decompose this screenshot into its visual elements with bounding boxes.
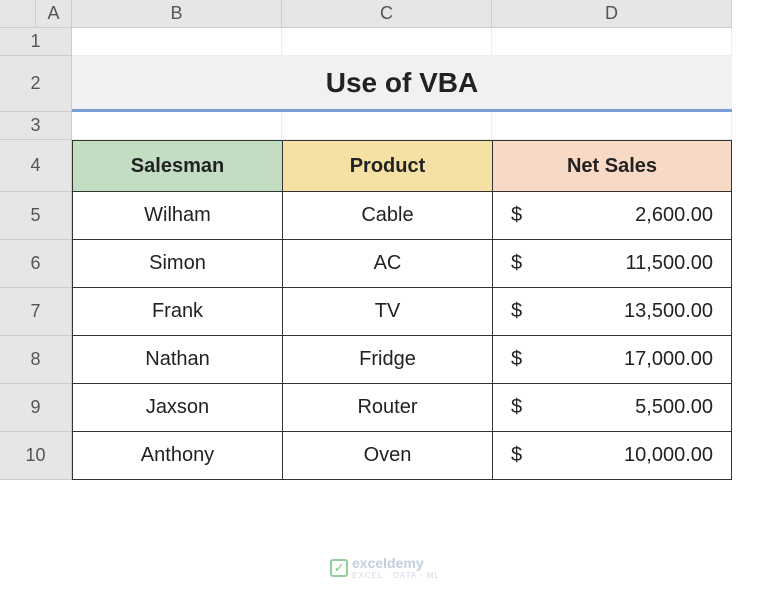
netsales-value: 5,500.00 [529,396,713,419]
spreadsheet-grid: A B C D 1 2 3 4 5 6 7 8 9 10 Use of VBA … [0,0,768,480]
currency-symbol: $ [511,396,529,419]
table-cell-netsales[interactable]: $ 5,500.00 [492,384,732,432]
table-cell-product[interactable]: Router [282,384,492,432]
watermark: ✓ exceldemy EXCEL · DATA · ML [330,555,440,580]
cell-D3[interactable] [492,112,732,140]
col-header-B[interactable]: B [72,0,282,28]
currency-symbol: $ [511,444,529,467]
netsales-value: 2,600.00 [529,204,713,227]
currency-symbol: $ [511,252,529,275]
table-header-netsales[interactable]: Net Sales [492,140,732,192]
row-header-4[interactable]: 4 [0,140,72,192]
row-header-7[interactable]: 7 [0,288,72,336]
netsales-value: 10,000.00 [529,444,713,467]
watermark-icon: ✓ [330,559,348,577]
row-header-6[interactable]: 6 [0,240,72,288]
watermark-brand: exceldemy [352,555,424,571]
row-header-1[interactable]: 1 [0,28,72,56]
col-header-D[interactable]: D [492,0,732,28]
row-header-9[interactable]: 9 [0,384,72,432]
table-header-salesman[interactable]: Salesman [72,140,282,192]
table-cell-netsales[interactable]: $ 17,000.00 [492,336,732,384]
col-header-C[interactable]: C [282,0,492,28]
col-header-A[interactable]: A [36,0,72,28]
table-cell-product[interactable]: Oven [282,432,492,480]
table-cell-salesman[interactable]: Simon [72,240,282,288]
currency-symbol: $ [511,204,529,227]
table-header-product[interactable]: Product [282,140,492,192]
cell-B3[interactable] [72,112,282,140]
netsales-value: 17,000.00 [529,348,713,371]
page-title[interactable]: Use of VBA [72,56,732,112]
table-cell-netsales[interactable]: $ 11,500.00 [492,240,732,288]
row-header-2[interactable]: 2 [0,56,72,112]
netsales-value: 11,500.00 [529,252,713,275]
table-cell-product[interactable]: Fridge [282,336,492,384]
table-cell-netsales[interactable]: $ 13,500.00 [492,288,732,336]
cell-C1[interactable] [282,28,492,56]
table-cell-netsales[interactable]: $ 2,600.00 [492,192,732,240]
table-cell-salesman[interactable]: Wilham [72,192,282,240]
spreadsheet-viewport: A B C D 1 2 3 4 5 6 7 8 9 10 Use of VBA … [0,0,768,599]
cell-D1[interactable] [492,28,732,56]
cell-C3[interactable] [282,112,492,140]
watermark-tagline: EXCEL · DATA · ML [352,571,440,580]
table-cell-netsales[interactable]: $ 10,000.00 [492,432,732,480]
row-header-8[interactable]: 8 [0,336,72,384]
currency-symbol: $ [511,300,529,323]
table-cell-salesman[interactable]: Frank [72,288,282,336]
table-cell-salesman[interactable]: Anthony [72,432,282,480]
table-cell-product[interactable]: TV [282,288,492,336]
netsales-value: 13,500.00 [529,300,713,323]
table-cell-product[interactable]: Cable [282,192,492,240]
row-header-10[interactable]: 10 [0,432,72,480]
currency-symbol: $ [511,348,529,371]
table-cell-salesman[interactable]: Nathan [72,336,282,384]
table-cell-product[interactable]: AC [282,240,492,288]
row-header-3[interactable]: 3 [0,112,72,140]
select-all-corner[interactable] [0,0,36,28]
table-cell-salesman[interactable]: Jaxson [72,384,282,432]
cell-B1[interactable] [72,28,282,56]
row-header-5[interactable]: 5 [0,192,72,240]
